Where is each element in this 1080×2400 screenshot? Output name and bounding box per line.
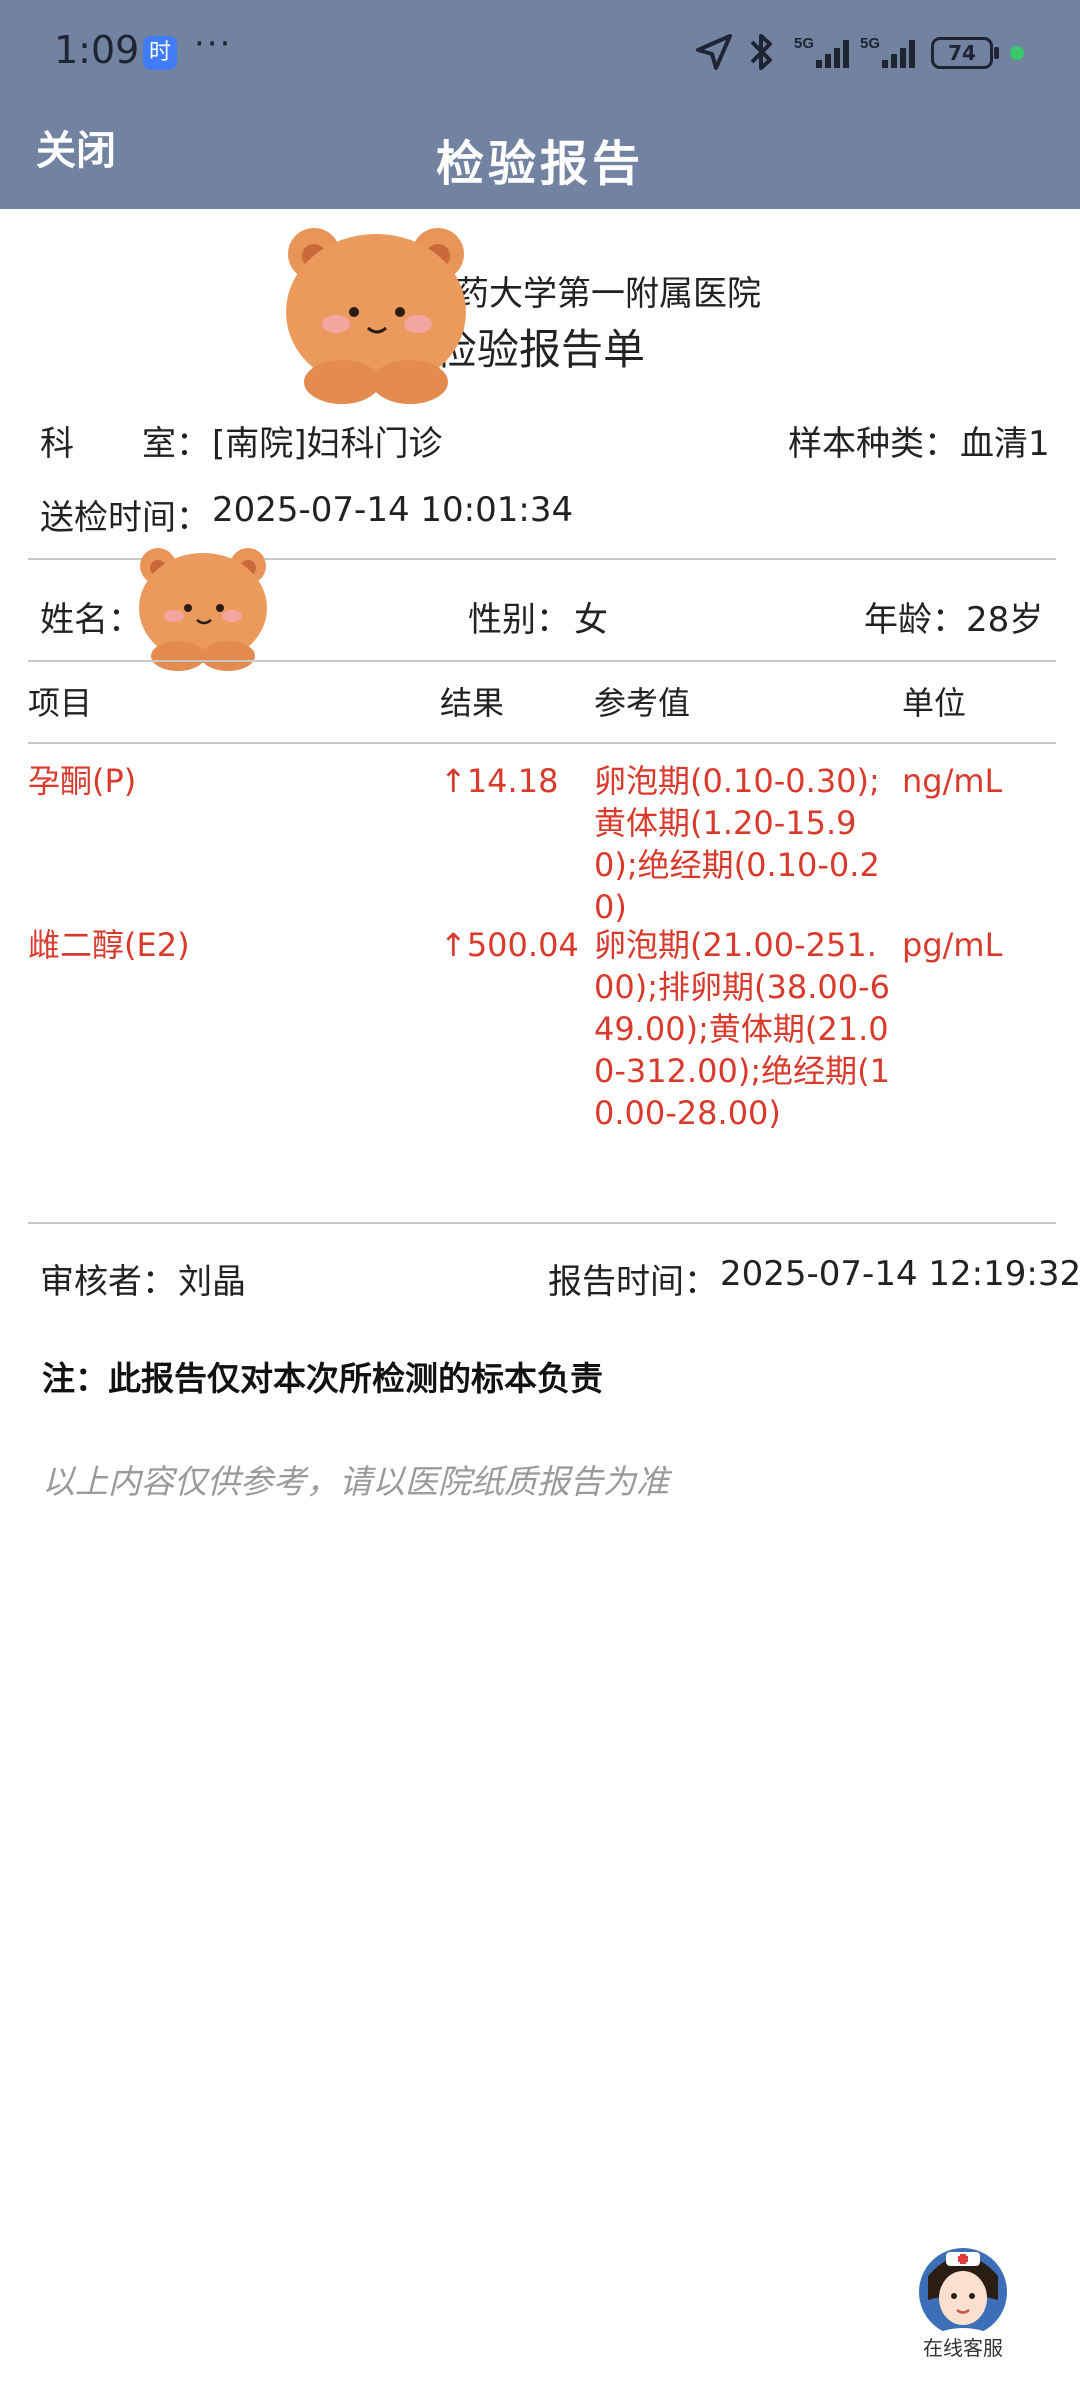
battery-tip [994,47,999,59]
sent-time-value: 2025-07-14 10:01:34 [212,490,574,530]
app-notification-icon: 时 [143,36,177,70]
row-item-name: 雌二醇(E2) [28,926,190,964]
signal-1-label: 5G [794,35,814,52]
divider [28,742,1056,744]
sent-time-label: 送检时间： [40,498,210,538]
row-item-name: 孕酮(P) [28,762,137,800]
report-time-label: 报告时间： [548,1262,718,1302]
signal-2-label: 5G [860,35,880,52]
department-value: [南院]妇科门诊 [212,424,443,464]
sample-type-label: 样本种类： [788,424,958,464]
column-header-reference: 参考值 [594,684,691,722]
sample-type-value: 血清1 [960,424,1050,464]
row-unit: ng/mL [902,762,1003,800]
disclaimer-text: 以上内容仅供参考，请以医院纸质报告为准 [42,1462,669,1501]
gender-value: 女 [574,600,608,640]
online-customer-service-button[interactable]: 在线客服 [908,2240,1018,2360]
reviewer-value: 刘晶 [178,1262,246,1302]
row-unit: pg/mL [902,926,1003,964]
battery-icon: 74 [931,37,993,69]
bear-sticker-small-image [139,548,267,671]
row-reference-range: 卵泡期(0.10-0.30);黄体期(1.20-15.90);绝经期(0.10-… [594,762,880,926]
customer-service-label: 在线客服 [923,2336,1003,2360]
report-time-value: 2025-07-14 12:19:32 [720,1254,1080,1294]
signal-5g-icon-1: 5G [794,35,849,68]
page-title: 检验报告 [435,136,644,192]
column-header-result: 结果 [440,684,505,722]
row-result-value: ↑500.04 [440,926,579,964]
column-header-item: 项目 [28,684,93,722]
divider [28,1222,1056,1224]
more-notifications-icon: ··· [194,24,233,64]
nurse-avatar-icon [919,2248,1007,2336]
row-result-value: ↑14.18 [440,762,559,800]
column-header-unit: 单位 [902,684,967,722]
divider [28,660,1056,662]
report-note: 注：此报告仅对本次所检测的标本负责 [42,1359,603,1398]
report-heading: 检验报告单 [434,325,645,374]
age-label: 年龄： [864,600,966,640]
row-reference-range: 卵泡期(21.00-251.00);排卵期(38.00-649.00);黄体期(… [594,926,890,1132]
hospital-name: 天津中医药大学第一附属医院 [319,274,761,314]
gender-label: 性别： [468,600,570,640]
status-time: 1:09 [54,28,140,72]
reviewer-label: 审核者： [40,1262,176,1302]
age-value: 28岁 [966,600,1044,640]
bear-sticker-image [286,228,466,404]
top-bar: 1:09 时 ··· 5G 5G 74 关闭 检验报告 [0,0,1080,209]
patient-name-label: 姓名： [40,600,142,640]
privacy-indicator-dot [1010,46,1024,60]
status-bar: 1:09 时 ··· 5G 5G 74 [0,0,1080,108]
department-label: 科 室： [40,424,210,464]
signal-5g-icon-2: 5G [860,35,915,68]
location-icon [696,34,732,70]
bluetooth-icon [750,34,772,70]
